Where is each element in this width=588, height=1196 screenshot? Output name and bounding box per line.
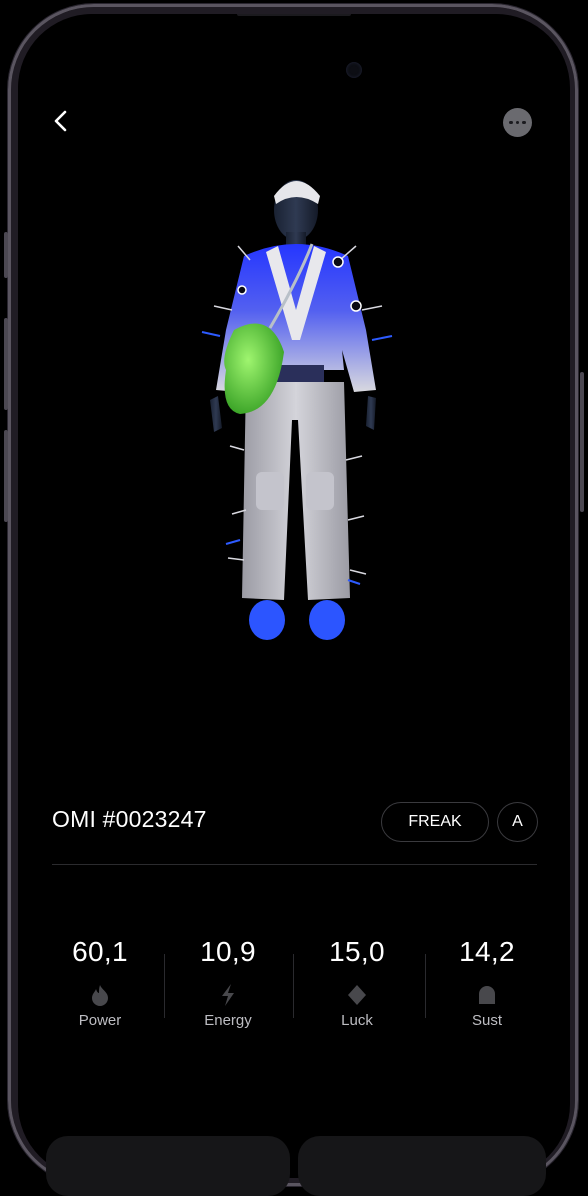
avatar-figure: [201, 180, 393, 640]
stat-energy: 10,9 Energy: [164, 930, 292, 1030]
grade-badge[interactable]: A: [497, 802, 538, 842]
stat-label: Energy: [204, 1012, 252, 1029]
sensor-bar: [237, 14, 351, 16]
stats-panel: 60,1 Power 10,9 Energy 15,0 Luck 14,2 Su…: [36, 930, 552, 1050]
stat-value: 14,2: [459, 936, 515, 967]
bolt-icon: [164, 984, 292, 1006]
stat-label: Power: [78, 1012, 122, 1029]
class-tag-button[interactable]: FREAK: [381, 802, 489, 842]
stat-power: 60,1 Power: [36, 930, 164, 1030]
more-options-button[interactable]: [503, 108, 532, 137]
diamond-icon: [293, 984, 421, 1006]
stat-value: 10,9: [200, 936, 256, 967]
stat-label: Luck: [341, 1012, 373, 1029]
back-button[interactable]: [44, 104, 78, 138]
side-button: [580, 372, 584, 512]
stat-sust: 14,2 Sust: [423, 930, 551, 1030]
chevron-left-icon: [54, 110, 67, 132]
divider: [52, 864, 537, 865]
stat-label: Sust: [471, 1012, 502, 1029]
side-button: [4, 430, 8, 522]
item-title: OMI #0023247: [52, 806, 207, 832]
shield-icon: [423, 984, 551, 1006]
stat-value: 15,0: [329, 936, 385, 967]
more-dots-icon: [515, 120, 520, 125]
bottom-card-right[interactable]: [298, 1136, 546, 1196]
more-dots-icon: [509, 120, 513, 125]
front-camera: [346, 62, 362, 78]
bottom-card-left[interactable]: [46, 1136, 290, 1196]
stat-value: 60,1: [72, 936, 128, 967]
side-button: [4, 232, 8, 278]
stat-luck: 15,0 Luck: [293, 930, 421, 1030]
flame-icon: [36, 984, 164, 1006]
more-dots-icon: [522, 120, 526, 125]
side-button: [4, 318, 8, 410]
